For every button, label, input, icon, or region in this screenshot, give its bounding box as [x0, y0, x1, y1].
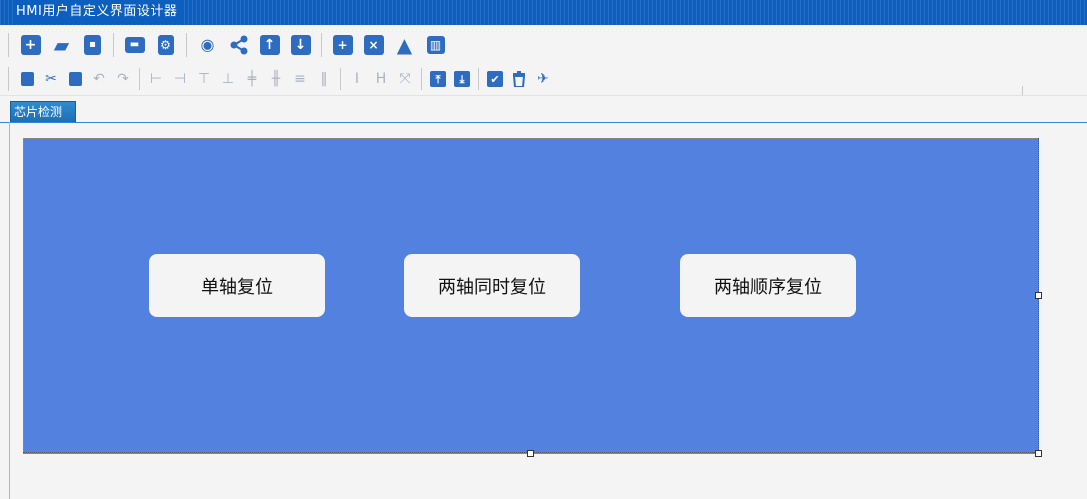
- new-button[interactable]: +: [15, 30, 46, 60]
- copy-icon: [20, 72, 34, 86]
- same-size-icon: ⤧: [399, 71, 411, 87]
- warning-icon: ▲: [396, 32, 413, 57]
- clear-button[interactable]: ✈: [531, 66, 555, 92]
- redo-icon: ↷: [117, 71, 129, 87]
- new-icon: +: [20, 34, 41, 55]
- resize-handle-bottom-right[interactable]: [1035, 450, 1042, 457]
- clear-icon: ✈: [537, 71, 549, 87]
- delete-icon: [512, 71, 526, 87]
- distribute-vertical-icon: ≡: [294, 71, 306, 87]
- share-icon: [230, 35, 247, 54]
- save-button[interactable]: ▪: [77, 30, 108, 60]
- cut-button[interactable]: ✂: [39, 66, 63, 92]
- align-bottom-icon: ⊥: [221, 71, 235, 87]
- share-button[interactable]: [223, 30, 254, 60]
- toolbar-separator: [186, 32, 187, 57]
- distribute-horizontal-icon: ‖: [320, 71, 328, 87]
- main-toolbar: + ▰ ▪ ▬ ⚙ ◉ ↑ ↓ + × ▲ ▥: [0, 27, 1087, 62]
- toolbar-grip[interactable]: [8, 32, 11, 57]
- workspace-border: [9, 122, 10, 499]
- toolbar-separator: [139, 68, 140, 90]
- window-close-icon: ×: [363, 34, 384, 55]
- align-center-vertical-icon: ╪: [247, 71, 257, 87]
- align-left-button[interactable]: ⊢: [144, 66, 168, 92]
- same-size-button[interactable]: ⤧: [393, 66, 417, 92]
- toolbar-separator: [478, 68, 479, 90]
- layout-button[interactable]: ▥: [420, 30, 451, 60]
- close-window-button[interactable]: ×: [358, 30, 389, 60]
- toolbar-separator: [340, 68, 341, 90]
- title-bar: HMI用户自定义界面设计器: [0, 0, 1087, 25]
- layout-icon: ▥: [426, 35, 445, 54]
- two-axis-simultaneous-reset-button[interactable]: 两轴同时复位: [404, 254, 580, 317]
- align-top-button[interactable]: ⊤: [192, 66, 216, 92]
- align-center-horizontal-button[interactable]: ╫: [264, 66, 288, 92]
- add-window-button[interactable]: +: [327, 30, 358, 60]
- redo-button[interactable]: ↷: [111, 66, 135, 92]
- distribute-horizontal-button[interactable]: ‖: [312, 66, 336, 92]
- edit-toolbar: ✂ ↶ ↷ ⊢ ⊣ ⊤ ⊥ ╪ ╫ ≡ ‖ I H ⤧ ⤒ ⤓ ✔ ✈: [0, 64, 1087, 94]
- align-right-button[interactable]: ⊣: [168, 66, 192, 92]
- upload-icon: ↑: [259, 34, 280, 55]
- align-bottom-button[interactable]: ⊥: [216, 66, 240, 92]
- two-axis-sequential-reset-button[interactable]: 两轴顺序复位: [680, 254, 856, 317]
- toolbar-separator: [421, 68, 422, 90]
- toolbar-separator: [113, 32, 114, 57]
- resize-handle-bottom[interactable]: [527, 450, 534, 457]
- send-to-back-button[interactable]: ⤓: [450, 66, 474, 92]
- align-center-horizontal-icon: ╫: [271, 71, 281, 87]
- align-left-icon: ⊢: [149, 71, 163, 87]
- copy-button[interactable]: [15, 66, 39, 92]
- paste-icon: [68, 72, 82, 86]
- device-settings-button[interactable]: ⚙: [150, 30, 181, 60]
- open-button[interactable]: ▰: [46, 30, 77, 60]
- open-folder-icon: ▰: [53, 32, 70, 57]
- window-add-icon: +: [332, 34, 353, 55]
- same-width-button[interactable]: H: [369, 66, 393, 92]
- same-height-icon: I: [354, 71, 360, 87]
- bring-to-front-icon: ⤒: [430, 71, 446, 87]
- send-to-back-icon: ⤓: [454, 71, 470, 87]
- align-right-icon: ⊣: [173, 71, 187, 87]
- save-icon: ▪: [84, 34, 101, 55]
- toolbar-divider: [0, 95, 1087, 96]
- preview-button[interactable]: ◉: [192, 30, 223, 60]
- same-width-icon: H: [375, 71, 387, 87]
- undo-button[interactable]: ↶: [87, 66, 111, 92]
- same-height-button[interactable]: I: [345, 66, 369, 92]
- delete-button[interactable]: [507, 66, 531, 92]
- align-center-vertical-button[interactable]: ╪: [240, 66, 264, 92]
- bring-to-front-button[interactable]: ⤒: [426, 66, 450, 92]
- download-button[interactable]: ↓: [285, 30, 316, 60]
- device-settings-icon: ⚙: [157, 34, 174, 55]
- upload-button[interactable]: ↑: [254, 30, 285, 60]
- cut-icon: ✂: [45, 71, 57, 87]
- download-icon: ↓: [290, 34, 311, 55]
- undo-icon: ↶: [93, 71, 105, 87]
- toolbar-separator: [321, 32, 322, 57]
- select-all-icon: ✔: [487, 71, 503, 87]
- distribute-vertical-button[interactable]: ≡: [288, 66, 312, 92]
- align-top-icon: ⊤: [197, 71, 211, 87]
- warning-button[interactable]: ▲: [389, 30, 420, 60]
- toolbar-grip[interactable]: [8, 67, 11, 91]
- single-axis-reset-button[interactable]: 单轴复位: [149, 254, 325, 317]
- select-all-button[interactable]: ✔: [483, 66, 507, 92]
- tab-chip-inspection[interactable]: 芯片检测: [10, 101, 76, 122]
- resize-handle-right[interactable]: [1035, 292, 1042, 299]
- tab-strip-line: [0, 122, 1087, 123]
- window-title: HMI用户自定义界面设计器: [16, 0, 184, 24]
- preview-eye-icon: ◉: [200, 34, 215, 54]
- toolbox-icon: ▬: [124, 36, 145, 53]
- paste-button[interactable]: [63, 66, 87, 92]
- toolbox-button[interactable]: ▬: [119, 30, 150, 60]
